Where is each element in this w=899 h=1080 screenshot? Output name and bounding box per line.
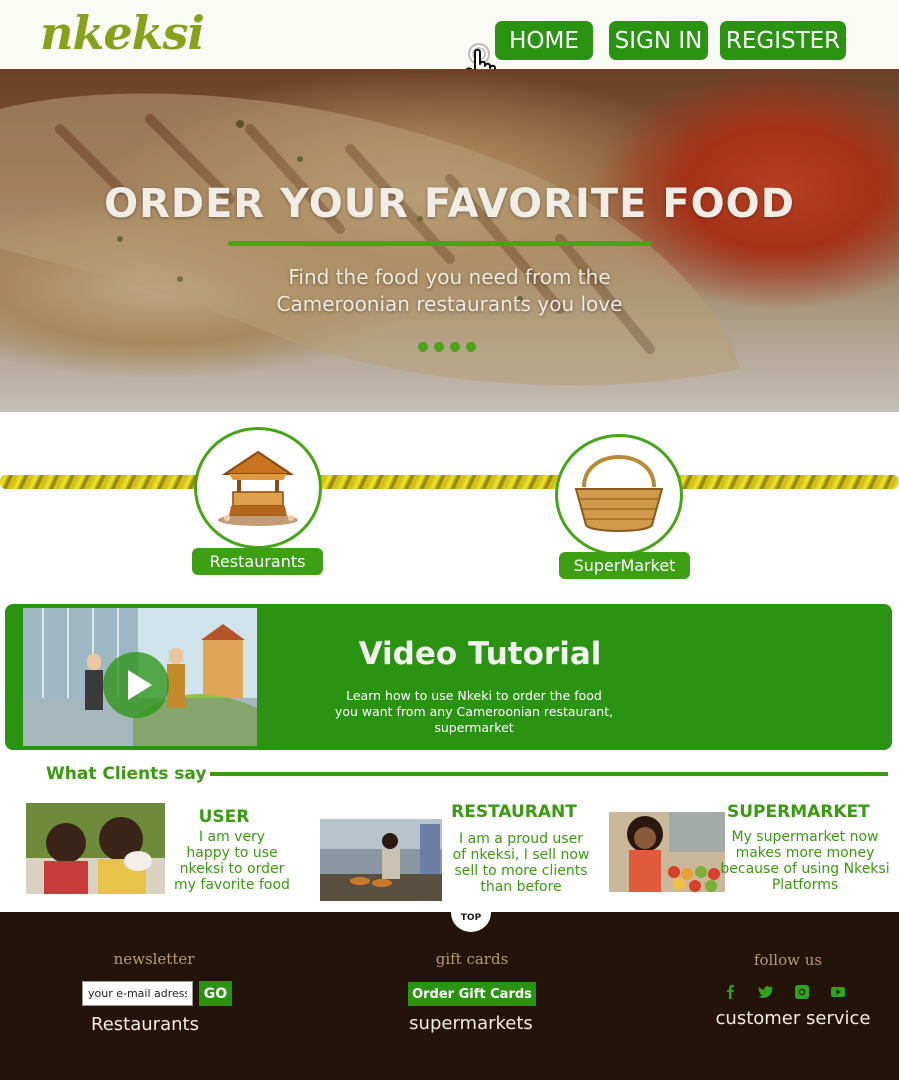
clients-divider: [210, 772, 888, 776]
supermarket-circle[interactable]: [555, 434, 683, 556]
play-icon[interactable]: [101, 650, 171, 720]
back-to-top-button[interactable]: TOP: [451, 894, 491, 932]
video-description: Learn how to use Nkeki to order the food…: [334, 688, 614, 735]
nav-home-button[interactable]: HOME: [495, 21, 593, 60]
supermarket-photo: [609, 812, 725, 892]
hero-banner: ORDER YOUR FAVORITE FOOD Find the food y…: [0, 69, 899, 412]
nav-signin-button[interactable]: SIGN IN: [609, 21, 708, 60]
client-supermarket-title: SUPERMARKET: [727, 802, 870, 822]
video-tutorial-banner: Video Tutorial Learn how to use Nkeki to…: [5, 604, 892, 750]
client-user-text: I am very happy to use nkeksi to order m…: [174, 829, 290, 893]
supermarket-button[interactable]: SuperMarket: [559, 552, 690, 579]
facebook-icon[interactable]: [723, 984, 739, 1000]
top-header: nkeksi HOME SIGN IN REGISTER: [0, 0, 899, 69]
customer-service-link[interactable]: customer service: [712, 1008, 874, 1029]
twitter-icon[interactable]: [758, 984, 774, 1000]
hero-subtitle-line1: Find the food you need from the: [288, 265, 611, 289]
client-restaurant-title: RESTAURANT: [451, 802, 577, 822]
clients-heading: What Clients say: [46, 764, 207, 784]
hero-divider: [228, 241, 652, 246]
brand-logo[interactable]: nkeksi: [40, 6, 205, 60]
video-thumbnail[interactable]: [23, 608, 257, 746]
slide-dot[interactable]: [466, 342, 476, 352]
newsletter-go-button[interactable]: GO: [199, 981, 232, 1006]
nav-register-button[interactable]: REGISTER: [720, 21, 846, 60]
order-gift-cards-button[interactable]: Order Gift Cards: [408, 982, 536, 1006]
hero-subtitle-line2: Cameroonian restaurants you love: [276, 292, 623, 316]
restaurants-circle[interactable]: [194, 427, 322, 549]
client-restaurant-text: I am a proud user of nkeksi, I sell now …: [452, 831, 590, 895]
user-photo: [26, 803, 165, 894]
video-title: Video Tutorial: [358, 636, 602, 672]
restaurants-button[interactable]: Restaurants: [192, 548, 323, 575]
slide-dot[interactable]: [450, 342, 460, 352]
slide-dot[interactable]: [418, 342, 428, 352]
client-user-title: USER: [198, 807, 250, 827]
newsletter-email-input[interactable]: [82, 981, 193, 1006]
gift-cards-heading: gift cards: [435, 950, 509, 968]
hero-title: ORDER YOUR FAVORITE FOOD: [104, 181, 795, 227]
youtube-icon[interactable]: [830, 984, 846, 1000]
basket-icon: [574, 455, 664, 532]
newsletter-heading: newsletter: [113, 950, 195, 968]
follow-us-heading: follow us: [753, 951, 823, 969]
restaurant-hut-icon: [218, 450, 298, 526]
instagram-icon[interactable]: [794, 984, 810, 1000]
slide-dot[interactable]: [434, 342, 444, 352]
decorative-rope: [0, 475, 899, 489]
footer-supermarkets-link[interactable]: supermarkets: [396, 1013, 546, 1034]
client-supermarket-text: My supermarket now makes more money beca…: [720, 829, 890, 893]
restaurant-photo: [320, 819, 442, 901]
footer-restaurants-link[interactable]: Restaurants: [80, 1014, 210, 1035]
